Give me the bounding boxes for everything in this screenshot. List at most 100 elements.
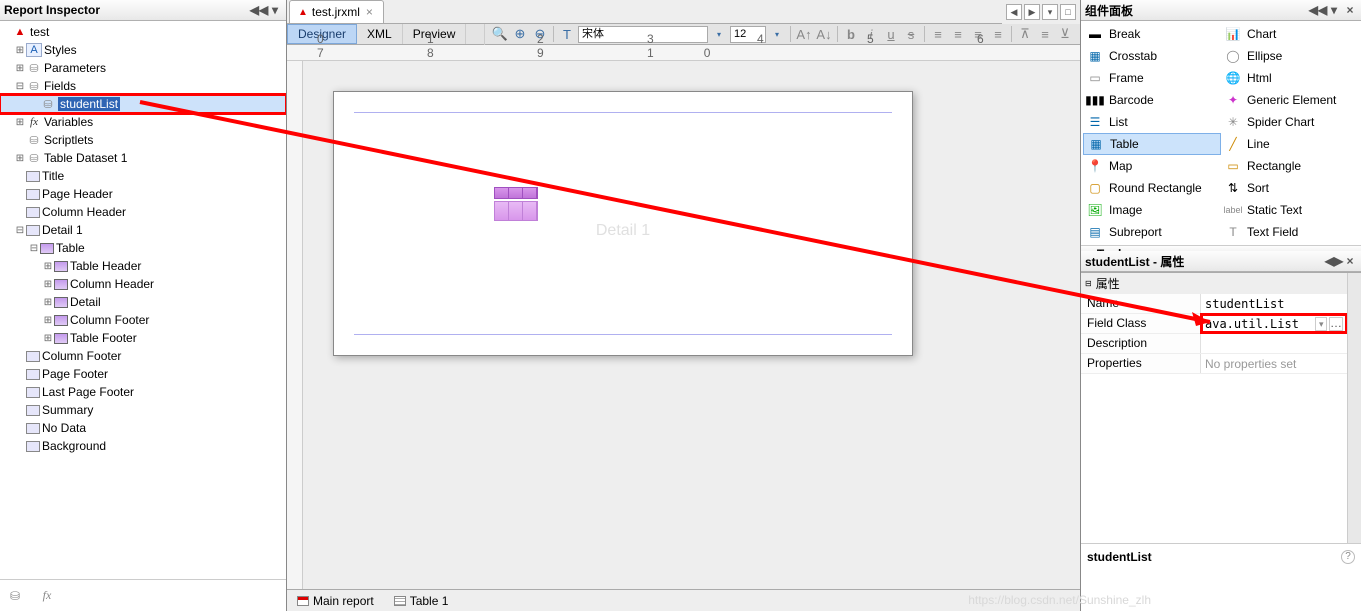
tree-fields[interactable]: ⊟⛁Fields — [0, 77, 286, 95]
section-icon — [26, 225, 40, 236]
tree-title[interactable]: Title — [0, 167, 286, 185]
minimize-icon[interactable]: ◀▶ — [1327, 254, 1341, 268]
pal-map[interactable]: 📍Map — [1083, 155, 1221, 177]
tree-table-node[interactable]: ⊟Table — [0, 239, 286, 257]
tree-table-detail[interactable]: ⊞Detail — [0, 293, 286, 311]
section-icon — [26, 387, 40, 398]
tree-column-footer[interactable]: Column Footer — [0, 347, 286, 365]
close-icon[interactable]: ▾ — [268, 3, 282, 17]
script-icon: ⛁ — [26, 133, 42, 147]
pal-subreport[interactable]: ▤Subreport — [1083, 221, 1221, 243]
tree-scriptlets[interactable]: ⛁Scriptlets — [0, 131, 286, 149]
fx-button[interactable]: fx — [36, 585, 58, 607]
file-tab-label: test.jrxml — [312, 5, 360, 19]
tree-variables[interactable]: ⊞fxVariables — [0, 113, 286, 131]
prop-properties[interactable]: Properties No properties set — [1081, 354, 1347, 374]
tree-background[interactable]: Background — [0, 437, 286, 455]
section-icon — [26, 423, 40, 434]
pal-crosstab[interactable]: ▦Crosstab — [1083, 45, 1221, 67]
file-tab[interactable]: ▲ test.jrxml × — [289, 0, 384, 23]
tab-main-report[interactable]: Main report — [291, 592, 380, 610]
pal-frame[interactable]: ▭Frame — [1083, 67, 1221, 89]
detail-band-label: Detail 1 — [596, 222, 650, 240]
nav-max-icon[interactable]: □ — [1060, 4, 1076, 20]
prop-field-class[interactable]: Field Class ▾… — [1081, 314, 1347, 334]
report-page[interactable]: Detail 1 — [333, 91, 913, 356]
pal-round[interactable]: ▢Round Rectangle — [1083, 177, 1221, 199]
table-icon: ▦ — [1088, 137, 1104, 151]
break-icon: ▬ — [1087, 27, 1103, 41]
nav-prev-icon[interactable]: ◀ — [1006, 4, 1022, 20]
tree-parameters[interactable]: ⊞⛁Parameters — [0, 59, 286, 77]
tree-nodata[interactable]: No Data — [0, 419, 286, 437]
tree-table-dataset[interactable]: ⊞⛁Table Dataset 1 — [0, 149, 286, 167]
section-icon — [26, 171, 40, 182]
dataset-button[interactable]: ⛁ — [4, 585, 26, 607]
pal-line[interactable]: ╱Line — [1221, 133, 1359, 155]
pal-ellipse[interactable]: ◯Ellipse — [1221, 45, 1359, 67]
horizontal-ruler: 0 1 2 3 4 5 6 7 8 9 10 — [287, 45, 1080, 61]
table-component[interactable] — [494, 187, 538, 225]
tree-column-header[interactable]: Column Header — [0, 203, 286, 221]
section-icon — [26, 441, 40, 452]
menu-icon[interactable]: ▾ — [1327, 3, 1341, 17]
design-canvas[interactable]: Detail 1 — [303, 61, 1080, 589]
pal-sort[interactable]: ⇅Sort — [1221, 177, 1359, 199]
minimize-icon[interactable]: ◀◀ — [1311, 3, 1325, 17]
tree-table-colfooter[interactable]: ⊞Column Footer — [0, 311, 286, 329]
inspector-title: Report Inspector — [4, 3, 100, 17]
prop-name[interactable]: Name — [1081, 294, 1347, 314]
tree-table-footer[interactable]: ⊞Table Footer — [0, 329, 286, 347]
help-icon[interactable]: ? — [1341, 550, 1355, 564]
minimize-icon[interactable]: ◀◀ — [252, 3, 266, 17]
pal-rectangle[interactable]: ▭Rectangle — [1221, 155, 1359, 177]
tree-table-colheader[interactable]: ⊞Column Header — [0, 275, 286, 293]
tree-detail1[interactable]: ⊟Detail 1 — [0, 221, 286, 239]
roundrect-icon: ▢ — [1087, 181, 1103, 195]
prop-category[interactable]: ⊟属性 — [1081, 273, 1347, 294]
tree-styles[interactable]: ⊞AStyles — [0, 41, 286, 59]
browse-icon[interactable]: … — [1329, 317, 1343, 331]
palette-title: 组件面板 — [1085, 2, 1133, 19]
close-icon[interactable]: × — [1343, 3, 1357, 17]
pal-barcode[interactable]: ▮▮▮Barcode — [1083, 89, 1221, 111]
tree-last-page-footer[interactable]: Last Page Footer — [0, 383, 286, 401]
tree-root[interactable]: ▲test — [0, 23, 286, 41]
tree-table-header[interactable]: ⊞Table Header — [0, 257, 286, 275]
report-icon — [297, 596, 309, 606]
tree-page-header[interactable]: Page Header — [0, 185, 286, 203]
report-tree[interactable]: ▲test ⊞AStyles ⊞⛁Parameters ⊟⛁Fields ⛁st… — [0, 21, 286, 579]
pal-table[interactable]: ▦Table — [1083, 133, 1221, 155]
fields-icon: ⛁ — [26, 79, 42, 93]
textfield-icon: T — [1225, 225, 1241, 239]
pal-chart[interactable]: 📊Chart — [1221, 23, 1359, 45]
tree-field-studentlist[interactable]: ⛁studentList — [0, 95, 286, 113]
close-tab-icon[interactable]: × — [364, 5, 375, 19]
pal-textfield[interactable]: TText Field — [1221, 221, 1359, 243]
nav-next-icon[interactable]: ▶ — [1024, 4, 1040, 20]
tree-summary[interactable]: Summary — [0, 401, 286, 419]
pal-list[interactable]: ☰List — [1083, 111, 1221, 133]
pal-break[interactable]: ▬Break — [1083, 23, 1221, 45]
pal-static[interactable]: labelStatic Text — [1221, 199, 1359, 221]
pal-html[interactable]: 🌐Html — [1221, 67, 1359, 89]
pal-generic[interactable]: ✦Generic Element — [1221, 89, 1359, 111]
generic-icon: ✦ — [1225, 93, 1241, 107]
props-desc-title: studentList — [1087, 550, 1355, 564]
pal-image[interactable]: 🖼Image — [1083, 199, 1221, 221]
tab-table1[interactable]: Table 1 — [388, 592, 455, 610]
table-icon — [54, 315, 68, 326]
nav-list-icon[interactable]: ▾ — [1042, 4, 1058, 20]
palette-title-bar: 组件面板 ◀◀ ▾ × — [1081, 0, 1361, 21]
close-icon[interactable]: × — [1343, 254, 1357, 268]
tree-page-footer[interactable]: Page Footer — [0, 365, 286, 383]
props-grid[interactable]: ⊟属性 Name Field Class ▾… Description P — [1081, 273, 1347, 543]
crosstab-icon: ▦ — [1087, 49, 1103, 63]
pal-spider[interactable]: ✳Spider Chart — [1221, 111, 1359, 133]
desc-input[interactable] — [1205, 337, 1343, 351]
name-input[interactable] — [1205, 297, 1343, 311]
dropdown-icon[interactable]: ▾ — [1315, 317, 1327, 331]
class-input[interactable] — [1205, 317, 1315, 331]
prop-description[interactable]: Description — [1081, 334, 1347, 354]
map-icon: 📍 — [1087, 159, 1103, 173]
